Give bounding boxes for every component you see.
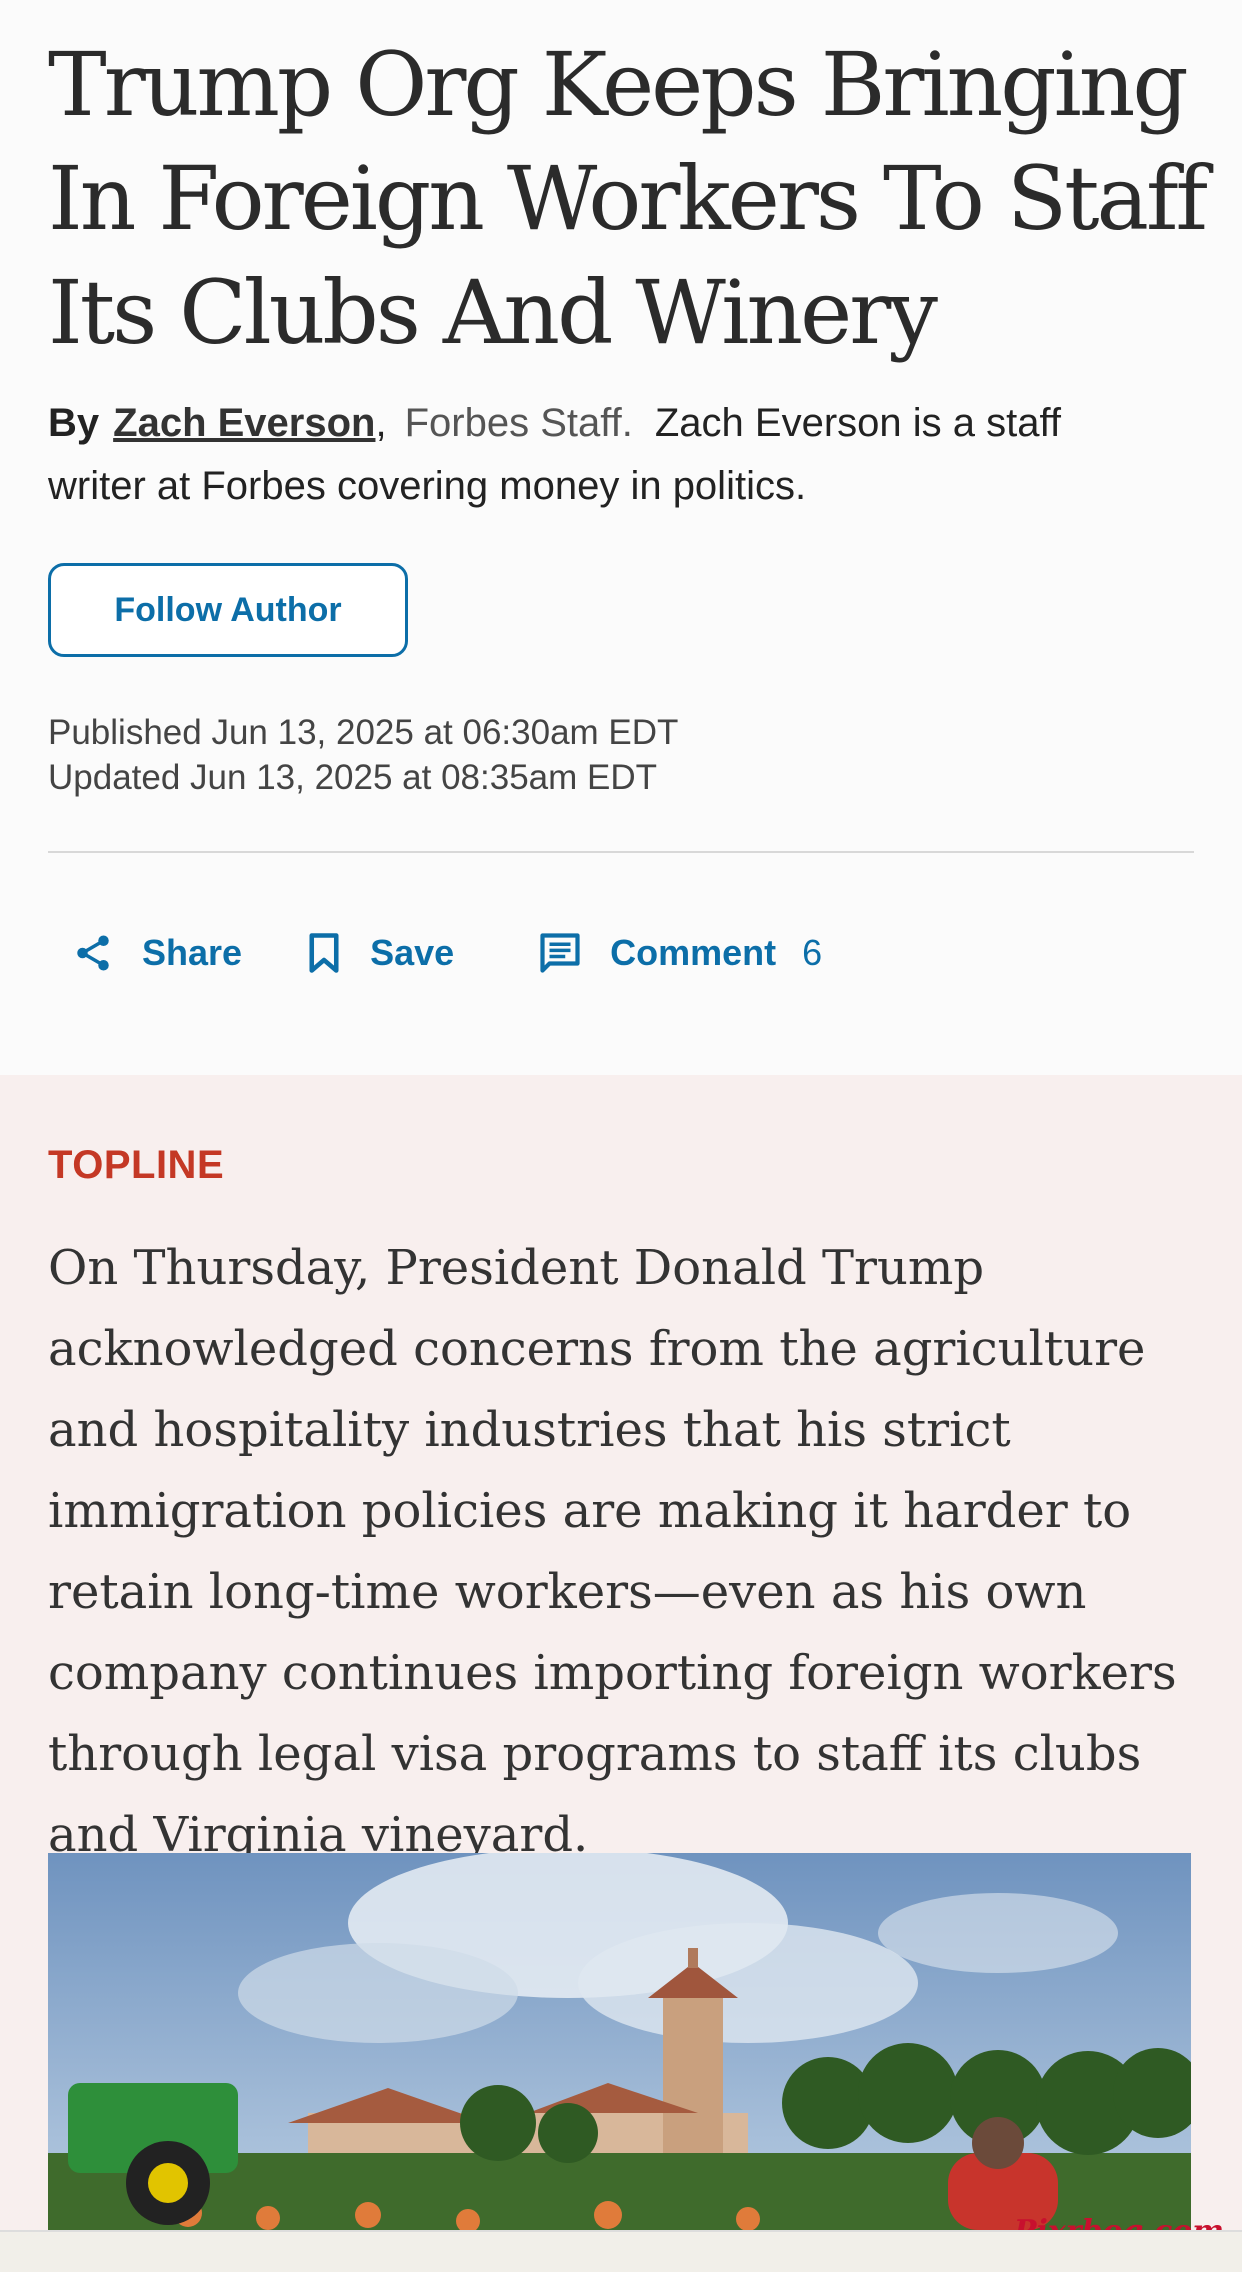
article-dates: Published Jun 13, 2025 at 06:30am EDT Up… [48,710,678,800]
divider [48,851,1194,853]
article-header: Trump Org Keeps Bringing In Foreign Work… [0,0,1242,1075]
topline-text: On Thursday, President Donald Trump ackn… [48,1240,1177,1863]
comment-label: Comment [610,932,777,973]
byline-staff-label: Forbes Staff. [404,401,633,445]
byline-by-label: By [48,401,100,445]
comment-icon [540,933,580,973]
updated-date: Updated Jun 13, 2025 at 08:35am EDT [48,758,658,797]
byline-comma: , [375,401,387,445]
save-label: Save [370,932,455,973]
article-actions: Share Save Comment 6 [72,922,822,984]
share-label: Share [142,932,243,973]
follow-author-button[interactable]: Follow Author [48,563,408,657]
bottom-bar [0,2230,1242,2272]
comment-count: 6 [802,932,823,973]
bookmark-icon [309,933,339,973]
comment-button[interactable]: Comment 6 [538,932,822,974]
byline: By Zach Everson, Forbes Staff. Zach Everson… [48,392,1148,518]
published-date: Published Jun 13, 2025 at 06:30am EDT [48,713,679,752]
article-photo[interactable] [48,1853,1191,2230]
share-icon [77,935,109,971]
mar-a-lago-photo [48,1853,1191,2230]
author-link[interactable]: Zach Everson [113,401,375,445]
article-title: Trump Org Keeps Bringing In Foreign Work… [48,33,1208,364]
share-button[interactable]: Share [72,932,242,974]
topline-label: TOPLINE [48,1143,225,1187]
save-button[interactable]: Save [306,932,454,974]
